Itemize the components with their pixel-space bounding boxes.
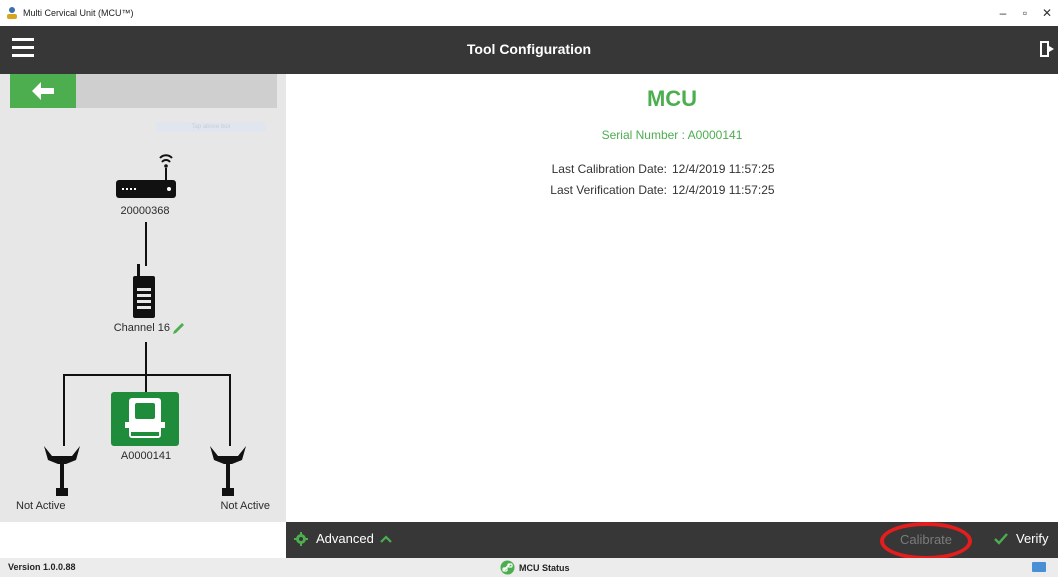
serial-number: Serial Number : A0000141 (286, 128, 1058, 142)
back-bar (76, 74, 277, 108)
calibration-label: Last Calibration Date: (551, 162, 667, 176)
back-button[interactable] (10, 74, 76, 108)
arrow-left-icon (32, 82, 54, 100)
tree-line (145, 374, 147, 394)
dates-block: Last Calibration Date: 12/4/2019 11:57:2… (548, 159, 775, 201)
keyboard-icon[interactable] (1032, 562, 1046, 572)
advanced-label: Advanced (316, 531, 374, 546)
mcu-id-label: A0000141 (120, 450, 172, 462)
device-tree-panel: Tap above box 20000368 Channel 16 A00001… (0, 74, 286, 522)
bottom-toolbar: Advanced Calibrate Verify (286, 522, 1058, 560)
verification-row: Last Verification Date: 12/4/2019 11:57:… (548, 180, 775, 201)
verify-button[interactable]: Verify (994, 531, 1049, 546)
window-title: Multi Cervical Unit (MCU™) (23, 8, 134, 18)
mcu-unit-icon[interactable] (111, 392, 179, 446)
tool-title: MCU (646, 86, 698, 111)
gear-icon (294, 531, 308, 546)
router-id-label: 20000368 (120, 205, 170, 217)
window-controls: – ▫ ✕ (992, 0, 1058, 26)
tree-line (63, 374, 65, 446)
verification-label: Last Verification Date: (550, 183, 667, 197)
left-sensor-status: Not Active (16, 500, 66, 512)
link-icon (500, 560, 515, 575)
title-bar: Multi Cervical Unit (MCU™) – ▫ ✕ (0, 0, 1058, 26)
channel-label: Channel 16 (113, 322, 170, 334)
calibration-row: Last Calibration Date: 12/4/2019 11:57:2… (548, 159, 775, 180)
serial-label: Serial Number : (601, 128, 685, 142)
check-icon (994, 532, 1008, 545)
sensor-icon[interactable] (42, 442, 82, 500)
tree-line (145, 342, 147, 374)
highlight-ring (880, 522, 972, 560)
sensor-icon[interactable] (208, 442, 248, 500)
status-bar: Version 1.0.0.88 MCU Status (0, 558, 1058, 577)
hint-text: Tap above box (156, 122, 266, 132)
mcu-status-label: MCU Status (519, 562, 570, 573)
tool-details: MCU Serial Number : A0000141 Last Calibr… (286, 74, 1058, 522)
tree-line (145, 222, 147, 266)
advanced-button[interactable]: Advanced (294, 531, 392, 546)
app-header: Tool Configuration (0, 26, 1058, 74)
verification-value: 12/4/2019 11:57:25 (672, 183, 775, 197)
right-sensor-status: Not Active (220, 500, 270, 512)
verify-label: Verify (1016, 531, 1049, 546)
minimize-button[interactable]: – (992, 0, 1014, 26)
wifi-router-icon[interactable] (116, 152, 178, 200)
maximize-button[interactable]: ▫ (1014, 0, 1036, 26)
pencil-icon[interactable] (172, 321, 186, 335)
calibration-value: 12/4/2019 11:57:25 (672, 162, 775, 176)
close-button[interactable]: ✕ (1036, 0, 1058, 26)
exit-icon[interactable] (1040, 40, 1054, 58)
radio-icon[interactable] (128, 264, 162, 318)
version-label: Version 1.0.0.88 (8, 562, 76, 572)
mcu-status-button[interactable]: MCU Status (500, 560, 570, 575)
chevron-up-icon (380, 534, 392, 543)
serial-value: A0000141 (687, 128, 743, 142)
tree-line (229, 374, 231, 446)
app-window: Multi Cervical Unit (MCU™) – ▫ ✕ Tool Co… (0, 0, 1058, 577)
app-logo-icon (7, 7, 17, 19)
page-title: Tool Configuration (466, 41, 592, 57)
